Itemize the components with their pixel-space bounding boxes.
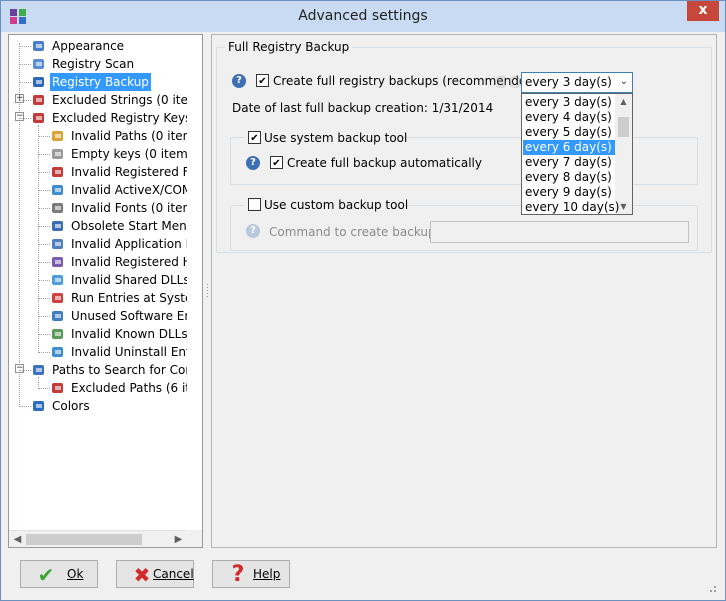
expander-excluded-keys[interactable]: − [15,112,24,121]
activex-icon [50,182,66,198]
command-input [430,221,689,243]
interval-option[interactable]: every 7 day(s) [523,155,615,170]
resize-grip-icon[interactable] [707,583,717,593]
tree-item-label: Unused Software Entri [71,309,187,323]
tree-item-label: Run Entries at System [71,291,187,305]
interval-option[interactable]: every 3 day(s) [523,95,615,110]
tree-item-label: Obsolete Start Menu It [71,219,187,233]
known-dll-icon [50,326,66,342]
interval-option[interactable]: every 8 day(s) [523,170,615,185]
create-auto-backup-checkbox[interactable] [270,156,283,169]
help-file-icon [50,254,66,270]
tree-item-label: Invalid Paths (0 items) [71,129,187,143]
colors-icon [31,398,47,414]
dropdown-scroll-thumb[interactable] [618,117,629,137]
backup-interval-value: every 3 day(s) [525,75,612,89]
backup-interval-dropdown-list[interactable]: ▲ ▼ every 3 day(s) every 4 day(s) every 5 … [521,93,633,215]
shared-dll-icon [50,272,66,288]
create-auto-backup-label[interactable]: Create full backup automatically [287,156,482,170]
settings-tree-panel: + − − Appearance Registry Scan Registry Ba… [8,34,203,548]
close-icon: x [698,2,708,18]
tree-item-label: Excluded Paths (6 item [71,381,187,395]
run-entries-icon [50,290,66,306]
fonts-icon [50,200,66,216]
registry-backup-icon [31,74,47,90]
dialog-body: + − − Appearance Registry Scan Registry Ba… [7,32,719,595]
settings-tree[interactable]: + − − Appearance Registry Scan Registry Ba… [9,35,187,531]
interval-option[interactable]: every 6 day(s) [523,140,615,155]
scroll-thumb[interactable] [26,534,142,545]
interval-option[interactable]: every 4 day(s) [523,110,615,125]
tree-item-label: Empty keys (0 items) [71,147,187,161]
tree-item-label: Invalid Registered Help [71,255,187,269]
close-button[interactable]: x [687,1,719,21]
question-icon: ? [231,562,245,587]
help-label: Help [253,567,281,581]
interval-option[interactable]: every 5 day(s) [523,125,615,140]
tree-item-label: Appearance [52,39,125,53]
use-custom-tool-label[interactable]: Use custom backup tool [264,198,408,212]
dropdown-scrollbar[interactable]: ▲ ▼ [615,94,632,214]
tree-item-label: Excluded Strings (0 items) [52,93,187,107]
interval-option[interactable]: every 10 day(s) [523,200,620,214]
window-title: Advanced settings [298,8,428,24]
scroll-up-icon[interactable]: ▲ [615,94,632,109]
ok-button[interactable]: ✔ Ok [20,560,98,588]
registered-file-icon [50,164,66,180]
help-icon-create-full[interactable]: ? [232,74,246,88]
search-paths-icon [31,362,47,378]
ok-label: Ok [67,567,84,581]
command-label: Command to create backup: [269,225,440,239]
advanced-settings-window: Advanced settings x + − − Appearance Regi… [0,0,726,601]
empty-keys-icon [50,146,66,162]
tree-item-label: Invalid Application Pa [71,237,187,251]
tree-item-label: Excluded Registry Keys [52,111,187,125]
scroll-left-icon[interactable]: ◀ [9,531,26,547]
registry-backup-panel: Full Registry Backup ? Create full regis… [211,34,717,548]
scroll-corner [186,530,202,547]
tree-horizontal-scrollbar[interactable]: ◀ ▶ [9,530,187,547]
backup-interval-select[interactable]: every 3 day(s) ⌄ [521,72,633,93]
tree-item-label: Invalid ActiveX/COM i [71,183,187,197]
uninstall-icon [50,344,66,360]
create-full-backups-checkbox[interactable] [256,74,269,87]
expander-excluded-strings[interactable]: + [15,94,24,103]
help-icon-auto[interactable]: ? [246,156,260,170]
registry-scan-icon [31,56,47,72]
tree-item-label: Invalid Registered File [71,165,187,179]
checkmark-icon: ✔ [37,563,55,587]
panel-splitter[interactable] [205,34,210,548]
use-system-tool-label[interactable]: Use system backup tool [264,131,407,145]
monitor-icon [31,38,47,54]
app-path-icon [50,236,66,252]
help-button[interactable]: ? Help [212,560,290,588]
tree-item-label: Invalid Known DLLs (0 [71,327,187,341]
tree-item-label: Registry Backup [50,73,151,91]
tree-item-label: Invalid Uninstall Entrie [71,345,187,359]
invalid-paths-icon [50,128,66,144]
excluded-strings-icon [31,92,47,108]
help-icon-command: ? [246,224,260,238]
interval-option[interactable]: every 9 day(s) [523,185,615,200]
software-icon [50,308,66,324]
cancel-label: Cancel [153,567,194,581]
scroll-right-icon[interactable]: ▶ [170,531,187,547]
excluded-paths-icon [50,380,66,396]
use-system-tool-checkbox[interactable] [248,131,261,144]
cancel-button[interactable]: ✖ Cancel [116,560,194,588]
title-bar[interactable]: Advanced settings x [1,1,725,32]
expander-search-paths[interactable]: − [15,364,24,373]
full-backup-group-title: Full Registry Backup [225,40,353,54]
tree-item-label: Registry Scan [52,57,135,71]
excluded-keys-icon [31,110,47,126]
cross-icon: ✖ [133,563,151,587]
start-menu-icon [50,218,66,234]
tree-item-label: Colors [52,399,90,413]
use-custom-tool-checkbox[interactable] [248,198,261,211]
chevron-down-icon: ⌄ [619,76,628,87]
tree-item-label: Invalid Fonts (0 items) [71,201,187,215]
last-backup-date: Date of last full backup creation: 1/31/… [232,101,494,115]
tree-item-label: Paths to Search for Correc [52,363,187,377]
tree-item-label: Invalid Shared DLLs (0 [71,273,187,287]
